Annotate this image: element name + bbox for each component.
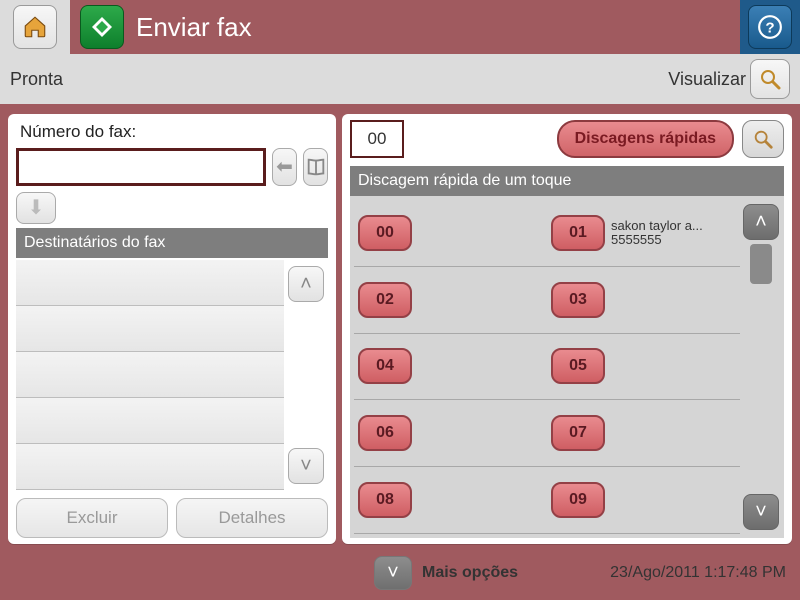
speed-dial-cell: 01sakon taylor a...5555555 (547, 200, 740, 267)
speed-dial-search-button[interactable] (742, 120, 784, 158)
speed-dial-cell: 07 (547, 400, 740, 467)
help-button[interactable]: ? (748, 5, 792, 49)
speed-dial-09[interactable]: 09 (551, 482, 605, 518)
magnifier-icon (758, 67, 782, 91)
fax-number-row: ⬅ (16, 148, 328, 186)
backspace-button[interactable]: ⬅ (272, 148, 297, 186)
speed-dial-04[interactable]: 04 (358, 348, 412, 384)
scroll-down-button[interactable]: ˅ (743, 494, 779, 530)
scroll-up-button[interactable]: ˄ (288, 266, 324, 302)
one-touch-header: Discagem rápida de um toque (350, 166, 784, 196)
more-options-button[interactable]: ˅ (374, 556, 412, 590)
speed-dial-cell: 02 (354, 267, 547, 334)
details-button[interactable]: Detalhes (176, 498, 328, 538)
speed-dial-01[interactable]: 01 (551, 215, 605, 251)
fax-number-input[interactable] (16, 148, 266, 186)
recipient-actions: Excluir Detalhes (16, 498, 328, 538)
main-area: Número do fax: ⬅ ⬇ Destinatários do fax (0, 104, 800, 544)
home-icon (22, 14, 48, 40)
speed-dial-03[interactable]: 03 (551, 282, 605, 318)
page-title: Enviar fax (136, 12, 252, 43)
chevron-down-icon: ˅ (755, 502, 767, 522)
book-icon (305, 156, 327, 178)
speed-dial-panel: 00 Discagens rápidas Discagem rápida de … (342, 114, 792, 544)
status-bar: Pronta Visualizar (0, 54, 800, 104)
more-options-label: Mais opções (422, 564, 518, 582)
fax-number-label: Número do fax: (20, 122, 328, 142)
speed-dial-cell: 00 (354, 200, 547, 267)
speed-dial-08[interactable]: 08 (358, 482, 412, 518)
recipients-scrollbar: ˄ ˅ (288, 260, 328, 490)
speed-dials-button[interactable]: Discagens rápidas (557, 120, 734, 158)
speed-dial-07[interactable]: 07 (551, 415, 605, 451)
scroll-down-button[interactable]: ˅ (288, 448, 324, 484)
start-diamond-icon (90, 15, 114, 39)
preview-label: Visualizar (668, 69, 746, 90)
speed-dial-00[interactable]: 00 (358, 215, 412, 251)
delete-button[interactable]: Excluir (16, 498, 168, 538)
fax-number-panel: Número do fax: ⬅ ⬇ Destinatários do fax (8, 114, 336, 544)
one-touch-area: Discagem rápida de um toque 00 01sakon ta… (350, 166, 784, 538)
speed-dial-cell: 03 (547, 267, 740, 334)
home-button[interactable] (13, 5, 57, 49)
arrow-down-icon: ⬇ (28, 198, 45, 218)
list-item[interactable] (16, 260, 284, 306)
speed-dial-info: sakon taylor a...5555555 (611, 219, 703, 248)
speed-dial-06[interactable]: 06 (358, 415, 412, 451)
chevron-up-icon: ˄ (755, 212, 767, 232)
start-button[interactable] (80, 5, 124, 49)
help-icon: ? (757, 14, 783, 40)
speed-dial-05[interactable]: 05 (551, 348, 605, 384)
add-recipient-button[interactable]: ⬇ (16, 192, 56, 224)
scroll-thumb[interactable] (750, 244, 772, 284)
speed-dial-code[interactable]: 00 (350, 120, 404, 158)
help-area: ? (740, 0, 800, 54)
arrow-left-icon: ⬅ (276, 157, 293, 177)
title-area: Enviar fax (70, 5, 740, 49)
chevron-up-icon: ˄ (300, 274, 312, 294)
list-item[interactable] (16, 398, 284, 444)
speed-dial-cell: 05 (547, 334, 740, 401)
one-touch-scrollbar: ˄ ˅ (740, 200, 782, 534)
one-touch-grid: 00 01sakon taylor a...5555555 02 03 04 05 06 07… (350, 196, 784, 538)
address-book-button[interactable] (303, 148, 328, 186)
list-item[interactable] (16, 306, 284, 352)
recipients-header: Destinatários do fax (16, 228, 328, 258)
magnifier-icon (752, 128, 774, 150)
svg-text:?: ? (765, 19, 774, 36)
speed-dial-cell: 04 (354, 334, 547, 401)
preview-button[interactable] (750, 59, 790, 99)
scroll-up-button[interactable]: ˄ (743, 204, 779, 240)
app-header: Enviar fax ? (0, 0, 800, 54)
speed-dial-cell: 08 (354, 467, 547, 534)
home-button-wrap (0, 0, 70, 54)
speed-dial-top: 00 Discagens rápidas (350, 120, 784, 158)
recipients-area: ˄ ˅ (16, 260, 328, 490)
timestamp: 23/Ago/2011 1:17:48 PM (610, 564, 786, 582)
speed-dial-cell: 09 (547, 467, 740, 534)
recipients-list (16, 260, 288, 490)
preview-area: Visualizar (668, 59, 790, 99)
speed-dial-cell: 06 (354, 400, 547, 467)
speed-dial-02[interactable]: 02 (358, 282, 412, 318)
list-item[interactable] (16, 444, 284, 490)
status-ready: Pronta (10, 69, 63, 90)
footer-bar: ˅ Mais opções 23/Ago/2011 1:17:48 PM (0, 552, 800, 600)
chevron-down-icon: ˅ (387, 563, 399, 583)
list-item[interactable] (16, 352, 284, 398)
chevron-down-icon: ˅ (300, 456, 312, 476)
